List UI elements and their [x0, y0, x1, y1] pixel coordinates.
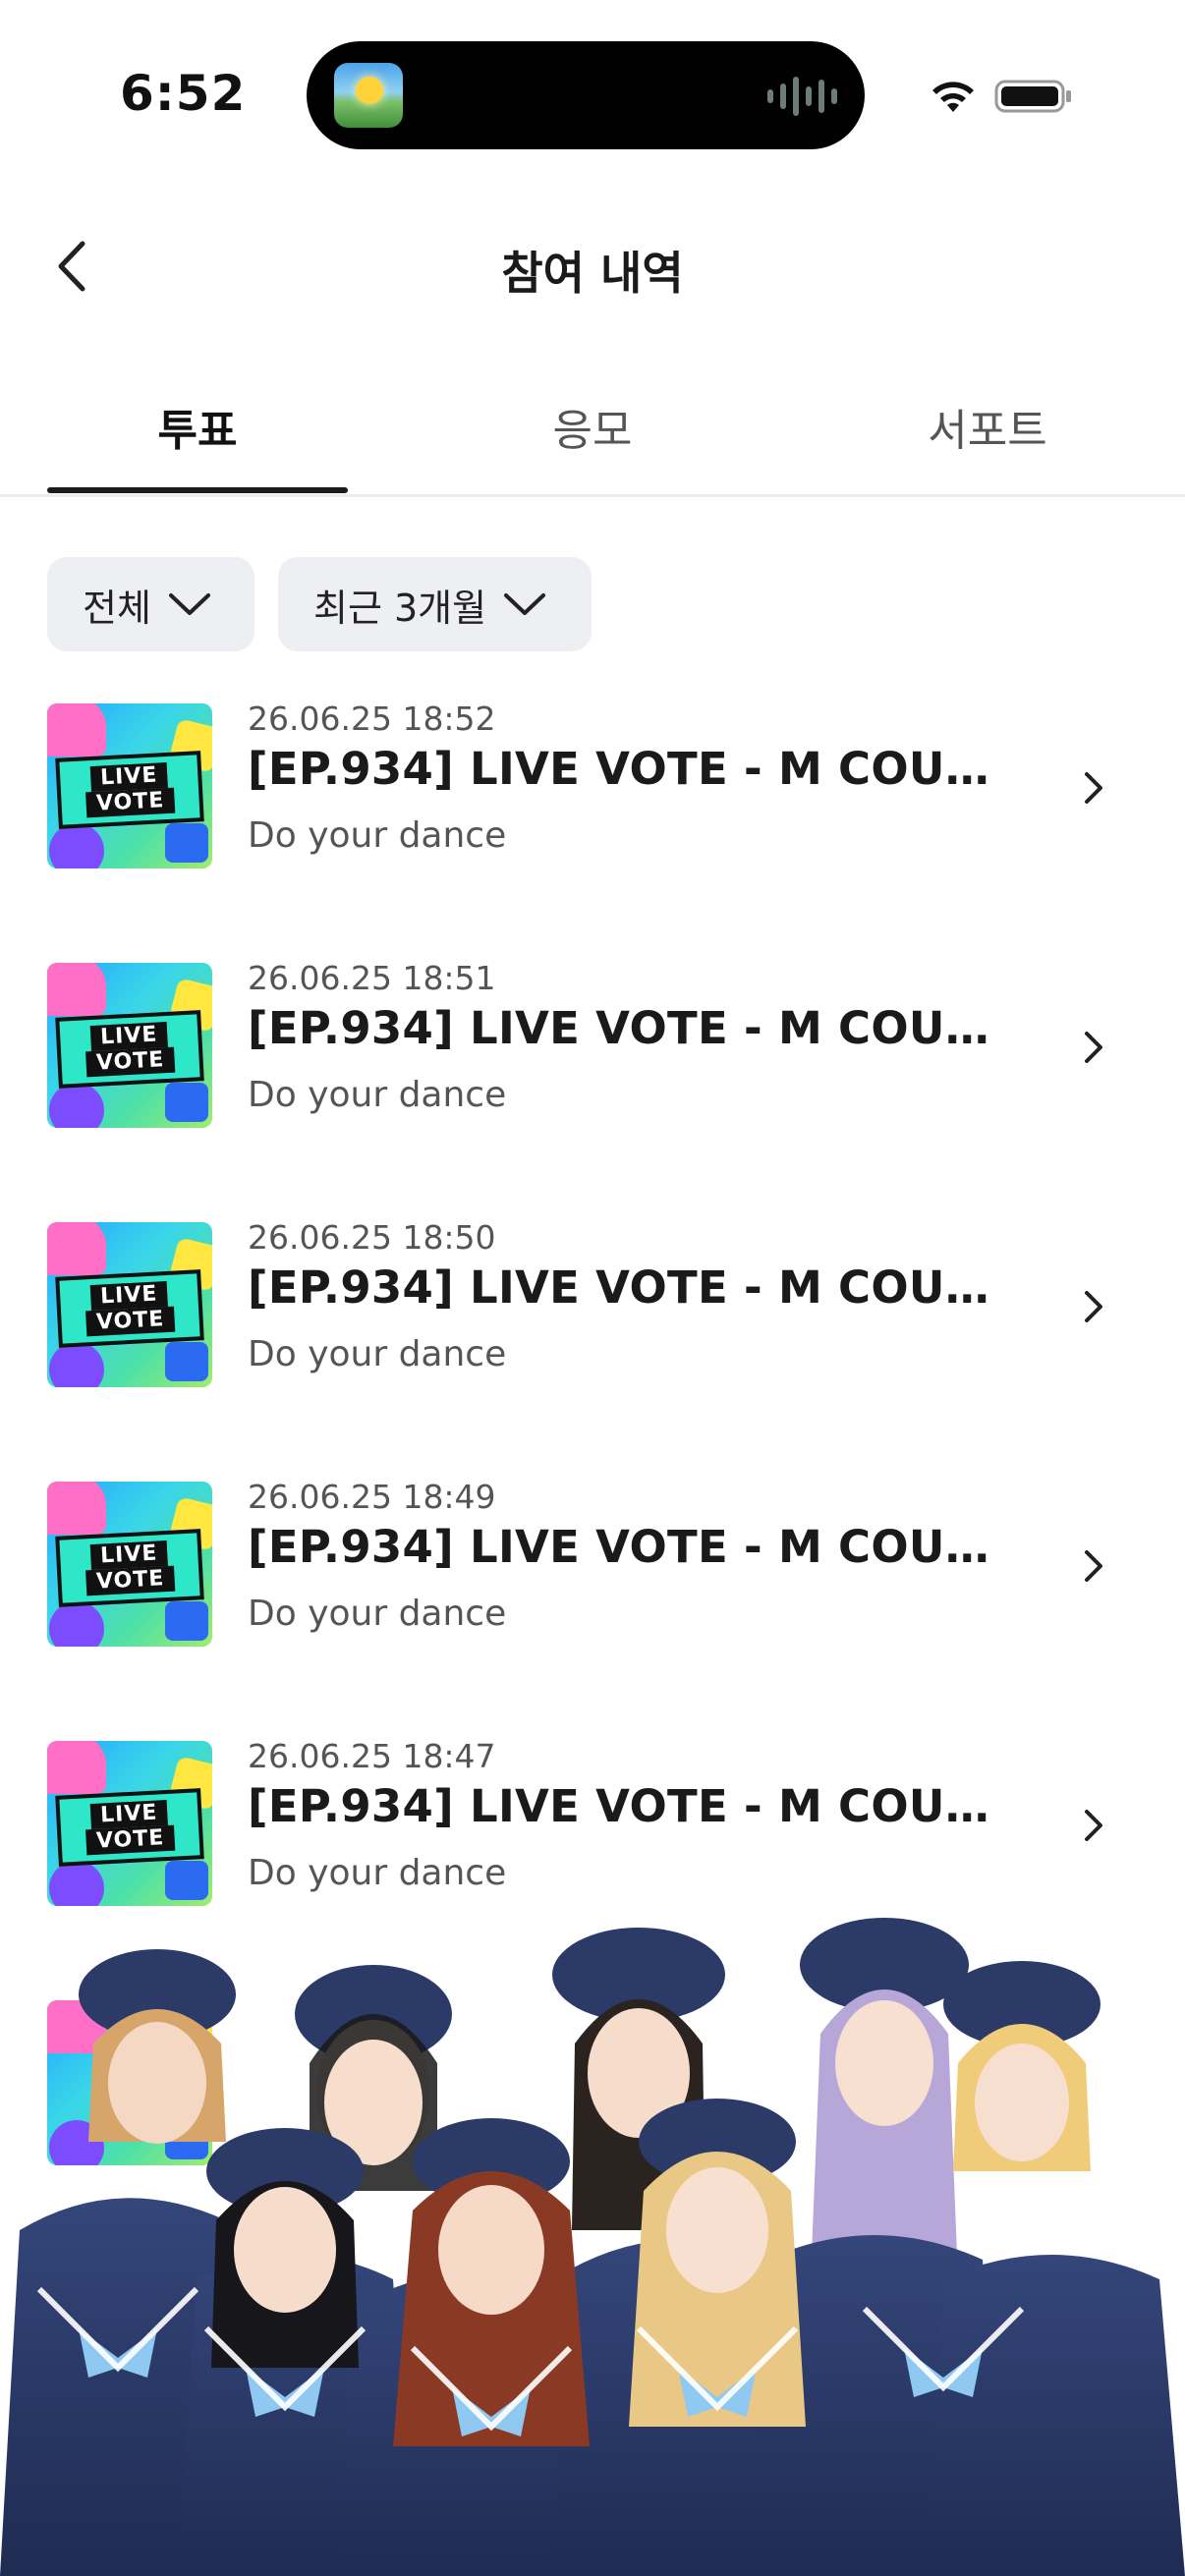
tab-support[interactable]: 서포트 — [837, 395, 1138, 458]
chevron-down-icon — [168, 593, 210, 615]
tab-entry[interactable]: 응모 — [442, 395, 743, 458]
item-title: [EP.934] LIVE VOTE - M COUNT... — [248, 1521, 994, 1573]
battery-icon — [994, 80, 1071, 113]
item-date: 26.06.25 18:49 — [248, 1478, 496, 1516]
item-subtitle: Do your dance — [248, 815, 507, 856]
chevron-down-icon — [504, 593, 546, 615]
chevron-right-icon — [1085, 1291, 1102, 1322]
list-item[interactable]: LIVE VOTE 26.06.25 18:49 [EP.934] LIVE VO… — [0, 1466, 1185, 1662]
live-vote-thumbnail: LIVE VOTE — [47, 703, 212, 868]
active-tab-indicator — [47, 487, 348, 493]
live-vote-thumbnail: LIVE VOTE — [47, 1222, 212, 1387]
item-subtitle: Do your dance — [248, 1594, 507, 1634]
list-item[interactable]: LIVE VOTE 26.06.25 18:50 [EP.934] LIVE VO… — [0, 1206, 1185, 1403]
thumb-text: VOTE — [85, 1306, 175, 1337]
filter-type-dropdown[interactable]: 전체 — [47, 557, 254, 651]
filter-period-label: 최근 3개월 — [313, 586, 487, 630]
chevron-right-icon — [1085, 1032, 1102, 1063]
item-title: [EP.934] LIVE VOTE - M COUNT... — [248, 1261, 994, 1314]
audio-waveform-icon — [767, 75, 837, 118]
item-title: [EP.934] LIVE VOTE - M COUNT... — [248, 743, 994, 795]
now-playing-artwork — [334, 63, 403, 128]
figure — [943, 1961, 1100, 2171]
item-date: 26.06.25 18:51 — [248, 959, 496, 997]
tab-bar: 투표 응모 서포트 — [0, 354, 1185, 497]
item-date: 26.06.25 18:50 — [248, 1218, 496, 1257]
tab-vote[interactable]: 투표 — [47, 395, 348, 458]
figure — [800, 1918, 969, 2279]
filter-period-dropdown[interactable]: 최근 3개월 — [278, 557, 592, 651]
promo-group-photo-overlay[interactable] — [0, 1818, 1185, 2576]
thumb-text: VOTE — [85, 1565, 175, 1596]
item-date: 26.06.25 18:52 — [248, 700, 496, 738]
page-title: 참여 내역 — [501, 247, 684, 300]
item-date: 26.06.25 18:47 — [248, 1737, 496, 1775]
thumb-text: VOTE — [85, 787, 175, 818]
filter-type-label: 전체 — [83, 586, 151, 630]
live-vote-thumbnail: LIVE VOTE — [47, 963, 212, 1128]
figure — [79, 1949, 236, 2144]
status-bar: 6:52 — [0, 0, 1185, 187]
thumb-text: VOTE — [85, 1046, 175, 1078]
status-time: 6:52 — [120, 65, 247, 122]
app-header: 참여 내역 — [0, 196, 1185, 334]
live-vote-thumbnail: LIVE VOTE — [47, 1482, 212, 1647]
item-title: [EP.934] LIVE VOTE - M COUNT... — [248, 1002, 994, 1054]
chevron-right-icon — [1085, 772, 1102, 804]
list-item[interactable]: LIVE VOTE 26.06.25 18:51 [EP.934] LIVE VO… — [0, 947, 1185, 1144]
dynamic-island[interactable] — [307, 41, 865, 149]
item-subtitle: Do your dance — [248, 1334, 507, 1374]
item-subtitle: Do your dance — [248, 1075, 507, 1115]
chevron-right-icon — [1085, 1550, 1102, 1582]
list-item[interactable]: LIVE VOTE 26.06.25 18:52 [EP.934] LIVE VO… — [0, 688, 1185, 884]
wifi-icon — [932, 82, 974, 112]
